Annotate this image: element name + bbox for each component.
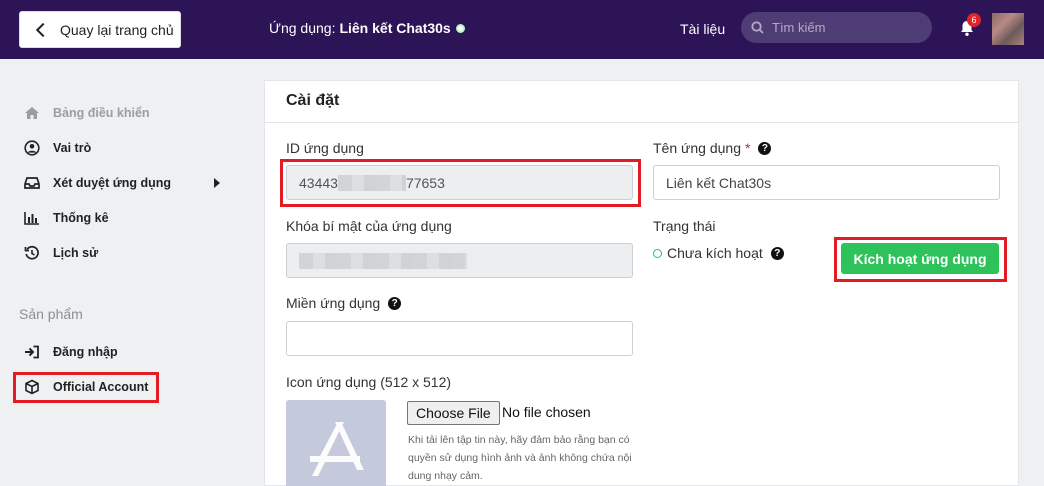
sidebar-item-dashboard[interactable]: Bảng điều khiển	[23, 105, 150, 121]
app-icon-preview	[286, 400, 386, 486]
help-icon[interactable]: ?	[770, 246, 784, 260]
app-secret-label: Khóa bí mật của ứng dụng	[286, 218, 452, 234]
sidebar: Bảng điều khiển Vai trò Xét duyệt ứng dụ…	[0, 59, 245, 486]
upload-hint: Khi tải lên tập tin này, hãy đảm bảo rằn…	[408, 434, 632, 482]
search-box[interactable]	[741, 12, 932, 43]
status-value: Chưa kích hoạt ?	[653, 245, 784, 261]
sidebar-item-history[interactable]: Lịch sử	[23, 245, 98, 261]
avatar[interactable]	[992, 13, 1024, 45]
search-icon	[751, 21, 764, 34]
help-icon[interactable]: ?	[758, 141, 772, 155]
status-value-text: Chưa kích hoạt	[667, 245, 763, 261]
sidebar-item-label: Bảng điều khiển	[53, 106, 150, 120]
app-store-icon	[310, 422, 364, 476]
back-home-button[interactable]: Quay lại trang chủ	[19, 11, 181, 48]
app-title-name: Liên kết Chat30s	[339, 20, 451, 36]
no-file-text: No file chosen	[502, 404, 591, 420]
sidebar-item-label: Vai trò	[53, 141, 92, 155]
history-icon	[23, 245, 41, 261]
app-title: Ứng dụng: Liên kết Chat30s	[269, 20, 465, 36]
sidebar-item-roles[interactable]: Vai trò	[23, 140, 91, 156]
sidebar-item-label: Xét duyệt ứng dụng	[53, 176, 172, 190]
sidebar-item-statistics[interactable]: Thống kê	[23, 210, 109, 226]
app-icon-label: Icon ứng dụng (512 x 512)	[286, 374, 452, 390]
app-domain-input[interactable]	[286, 321, 633, 356]
back-home-label: Quay lại trang chủ	[60, 21, 174, 38]
inbox-icon	[23, 175, 41, 191]
products-section-label: Sản phẩm	[19, 306, 83, 322]
chevron-left-icon	[35, 22, 51, 37]
inactive-status-icon	[653, 248, 662, 258]
app-name-label-text: Tên ứng dụng	[653, 140, 741, 156]
notification-badge: 6	[967, 13, 981, 27]
app-domain-label: Miền ứng dụng ?	[286, 295, 402, 311]
sign-in-icon	[23, 344, 41, 360]
app-title-prefix: Ứng dụng:	[269, 20, 336, 36]
help-icon[interactable]: ?	[388, 296, 402, 310]
bar-chart-icon	[23, 210, 41, 226]
sidebar-item-app-review[interactable]: Xét duyệt ứng dụng	[23, 175, 171, 191]
app-secret-field[interactable]	[286, 243, 633, 278]
search-input[interactable]	[772, 20, 922, 35]
caret-right-icon[interactable]	[214, 178, 220, 188]
sidebar-item-label: Đăng nhập	[53, 345, 118, 359]
sidebar-item-label: Thống kê	[53, 211, 109, 225]
card-header: Cài đặt	[265, 81, 1018, 123]
app-name-label: Tên ứng dụng * ?	[653, 140, 772, 156]
top-bar: Quay lại trang chủ Ứng dụng: Liên kết Ch…	[0, 0, 1044, 59]
page-title: Cài đặt	[286, 92, 340, 109]
docs-link[interactable]: Tài liệu	[680, 21, 725, 37]
required-marker: *	[745, 140, 751, 156]
sidebar-item-login[interactable]: Đăng nhập	[23, 344, 118, 360]
app-id-label: ID ứng dụng	[286, 140, 364, 156]
user-circle-icon	[23, 140, 41, 156]
app-id-highlight	[280, 159, 641, 207]
app-name-input[interactable]: Liên kết Chat30s	[653, 165, 1000, 200]
sidebar-item-label: Lịch sử	[53, 246, 99, 260]
status-label: Trạng thái	[653, 218, 716, 234]
activate-button-highlight	[834, 237, 1007, 282]
settings-card: Cài đặt ID ứng dụng 43443 77653 Khóa bí …	[264, 80, 1019, 486]
app-domain-label-text: Miền ứng dụng	[286, 295, 381, 311]
app-name-value: Liên kết Chat30s	[666, 174, 772, 191]
app-status-dot-icon	[455, 23, 465, 33]
home-icon	[23, 105, 41, 121]
choose-file-button[interactable]: Choose File	[407, 401, 500, 425]
redacted-blur	[299, 252, 467, 269]
official-account-highlight	[13, 372, 159, 403]
